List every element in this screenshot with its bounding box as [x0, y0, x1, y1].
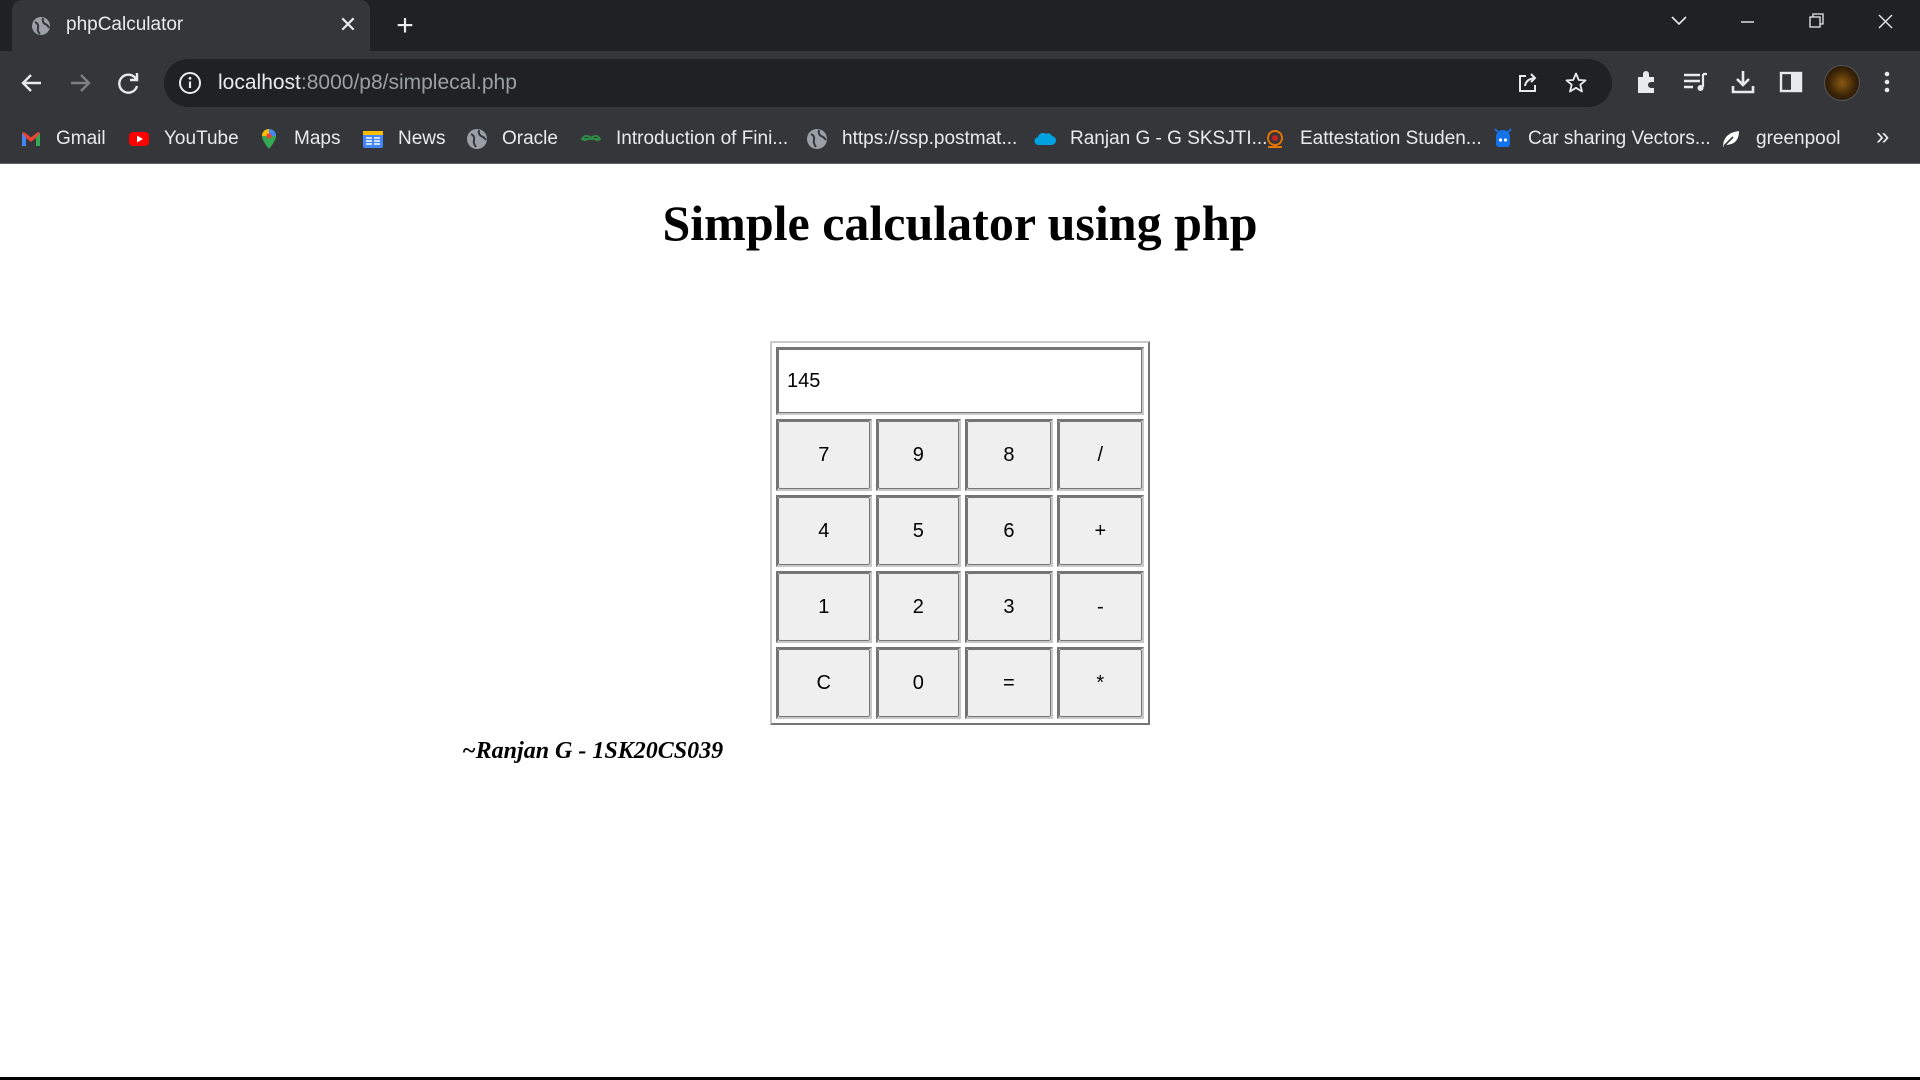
tab-search-chevron-icon[interactable]	[1656, 8, 1702, 36]
url-path: :8000/p8/simplecal.php	[300, 71, 517, 94]
salesforce-cloud-icon	[1034, 132, 1056, 146]
key-6[interactable]: 6	[967, 497, 1051, 565]
restore-icon[interactable]	[1793, 8, 1839, 36]
geeksforgeeks-icon	[580, 134, 602, 142]
emblem-icon	[1267, 130, 1283, 148]
globe-icon	[807, 129, 827, 149]
bookmark-introduction[interactable]: Introduction of Fini...	[580, 115, 788, 163]
display-cell	[776, 347, 1144, 415]
media-queue-icon[interactable]	[1680, 67, 1710, 97]
bookmark-label: Car sharing Vectors...	[1528, 128, 1711, 149]
more-bookmarks-chevron-icon[interactable]: »	[1876, 123, 1889, 151]
key-clear[interactable]: C	[778, 649, 870, 717]
forward-arrow-icon[interactable]	[62, 65, 98, 101]
page-content: Simple calculator using php 7 9 8 / 4 5 …	[0, 164, 1920, 1080]
bookmark-label: https://ssp.postmat...	[842, 128, 1018, 149]
url-text[interactable]: localhost:8000/p8/simplecal.php	[218, 71, 517, 95]
globe-icon	[32, 17, 50, 35]
news-icon	[363, 131, 383, 148]
bookmark-label: greenpool	[1756, 128, 1841, 149]
tab-title: phpCalculator	[66, 14, 184, 35]
download-icon[interactable]	[1728, 67, 1758, 97]
url-host: localhost	[218, 71, 301, 94]
bookmark-gmail[interactable]: Gmail	[20, 115, 106, 163]
tab-active[interactable]: phpCalculator ✕	[12, 0, 370, 51]
extensions-puzzle-icon[interactable]	[1632, 67, 1662, 97]
bookmark-label: YouTube	[164, 128, 239, 149]
key-2[interactable]: 2	[877, 573, 960, 641]
freepik-icon	[1494, 128, 1512, 147]
key-row: C 0 = *	[776, 647, 1144, 719]
calculator: 7 9 8 / 4 5 6 + 1 2 3 - C 0 = *	[770, 341, 1150, 725]
bookmark-maps[interactable]: Maps	[258, 115, 340, 163]
key-equals[interactable]: =	[967, 649, 1051, 717]
key-5[interactable]: 5	[877, 497, 960, 565]
tab-close-icon[interactable]: ✕	[334, 11, 362, 39]
bookmark-car-sharing[interactable]: Car sharing Vectors...	[1492, 115, 1711, 163]
key-row: 7 9 8 /	[776, 419, 1144, 491]
key-row: 4 5 6 +	[776, 495, 1144, 567]
bookmark-label: Maps	[294, 128, 341, 149]
globe-icon	[467, 129, 487, 149]
tab-strip: phpCalculator ✕ +	[0, 0, 1920, 51]
key-8[interactable]: 8	[967, 421, 1051, 489]
key-row: 1 2 3 -	[776, 571, 1144, 643]
bookmark-star-icon[interactable]	[1564, 71, 1588, 95]
key-1[interactable]: 1	[778, 573, 870, 641]
browser-toolbar: localhost:8000/p8/simplecal.php	[0, 51, 1920, 115]
bookmarks-bar: Gmail YouTube Maps News Oracle Introduct…	[0, 115, 1920, 164]
minimize-icon[interactable]	[1724, 8, 1770, 36]
reload-icon[interactable]	[110, 65, 146, 101]
bookmark-ssp-postmatric[interactable]: https://ssp.postmat...	[806, 115, 1017, 163]
key-9[interactable]: 9	[877, 421, 960, 489]
bookmark-ranjan-salesforce[interactable]: Ranjan G - G SKSJTI...	[1034, 115, 1267, 163]
key-3[interactable]: 3	[967, 573, 1051, 641]
bookmark-youtube[interactable]: YouTube	[128, 115, 239, 163]
key-minus[interactable]: -	[1058, 573, 1142, 641]
bookmark-label: Introduction of Fini...	[616, 128, 789, 149]
bookmark-label: Gmail	[56, 128, 106, 149]
close-window-icon[interactable]	[1862, 8, 1908, 36]
bookmark-label: Eattestation Studen...	[1300, 128, 1482, 149]
bookmark-label: Ranjan G - G SKSJTI...	[1070, 128, 1268, 149]
youtube-icon	[129, 132, 149, 146]
bookmark-eattestation[interactable]: Eattestation Studen...	[1264, 115, 1482, 163]
leaf-icon	[1723, 131, 1739, 147]
new-tab-button[interactable]: +	[388, 10, 422, 44]
page-title: Simple calculator using php	[662, 195, 1258, 251]
key-7[interactable]: 7	[778, 421, 870, 489]
bookmark-label: News	[398, 128, 446, 149]
gmail-icon	[22, 132, 40, 146]
key-0[interactable]: 0	[877, 649, 960, 717]
profile-avatar[interactable]	[1824, 65, 1860, 101]
back-arrow-icon[interactable]	[14, 65, 50, 101]
share-icon[interactable]	[1516, 71, 1540, 95]
address-bar[interactable]: localhost:8000/p8/simplecal.php	[164, 59, 1612, 107]
site-info-icon[interactable]	[178, 71, 202, 95]
key-divide[interactable]: /	[1058, 421, 1142, 489]
key-multiply[interactable]: *	[1058, 649, 1142, 717]
maps-icon	[262, 129, 276, 149]
calculator-display[interactable]	[778, 349, 1142, 413]
menu-kebab-icon[interactable]	[1872, 67, 1902, 97]
bookmark-oracle[interactable]: Oracle	[466, 115, 558, 163]
side-panel-icon[interactable]	[1776, 67, 1806, 97]
key-4[interactable]: 4	[778, 497, 870, 565]
author-signature: ~Ranjan G - 1SK20CS039	[462, 738, 724, 764]
bookmark-news[interactable]: News	[362, 115, 446, 163]
key-plus[interactable]: +	[1058, 497, 1142, 565]
bookmark-label: Oracle	[502, 128, 558, 149]
bookmark-greenpool[interactable]: greenpool	[1720, 115, 1841, 163]
